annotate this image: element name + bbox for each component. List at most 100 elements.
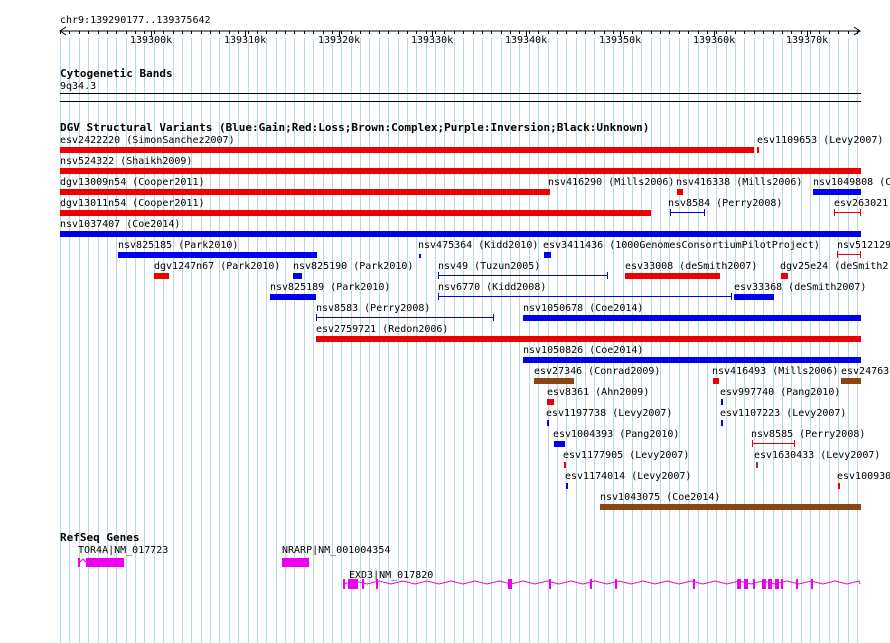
dgv-variant-bar[interactable] (564, 462, 566, 468)
dgv-variant-bar[interactable] (837, 254, 861, 255)
dgv-variant-bar[interactable] (523, 315, 861, 321)
dgv-variant-label[interactable]: esv263021 (834, 198, 888, 209)
dgv-variant-label[interactable]: nsv1050826 (Coe2014) (523, 345, 643, 356)
dgv-variant-bar[interactable] (834, 212, 861, 213)
dgv-variant-label[interactable]: nsv6770 (Kidd2008) (438, 282, 546, 293)
dgv-variant-bar[interactable] (781, 273, 788, 279)
refseq-gene-glyphs[interactable] (0, 550, 890, 590)
dgv-variant-bar[interactable] (677, 189, 683, 195)
gene-exon[interactable] (348, 579, 358, 589)
gene-exon[interactable] (811, 579, 813, 589)
dgv-variant-bar[interactable] (670, 212, 705, 213)
dgv-variant-bar[interactable] (813, 189, 861, 195)
gene-exon[interactable] (693, 579, 695, 589)
dgv-variant-label[interactable]: nsv1050678 (Coe2014) (523, 303, 643, 314)
dgv-variant-bar[interactable] (270, 294, 316, 300)
dgv-variant-label[interactable]: esv8361 (Ahn2009) (547, 387, 649, 398)
gene-exon[interactable] (508, 579, 512, 589)
dgv-variant-label[interactable]: nsv475364 (Kidd2010) (418, 240, 538, 251)
dgv-variant-label[interactable]: nsv416290 (Mills2006) (548, 177, 674, 188)
gene-exon[interactable] (762, 579, 766, 589)
dgv-variant-label[interactable]: esv1174014 (Levy2007) (565, 471, 691, 482)
dgv-variant-label[interactable]: dgv13011n54 (Cooper2011) (60, 198, 205, 209)
dgv-variant-label[interactable]: esv100930 (837, 471, 890, 482)
dgv-variant-label[interactable]: esv1109653 (Levy2007) (757, 135, 883, 146)
dgv-variant-bar[interactable] (316, 317, 494, 318)
dgv-variant-label[interactable]: nsv825185 (Park2010) (118, 240, 238, 251)
dgv-variant-label[interactable]: esv997740 (Pang2010) (720, 387, 840, 398)
dgv-variant-label[interactable]: nsv49 (Tuzun2005) (438, 261, 540, 272)
dgv-variant-label[interactable]: esv1177905 (Levy2007) (563, 450, 689, 461)
dgv-variant-label[interactable]: esv24763 (841, 366, 889, 377)
gene-exon[interactable] (549, 579, 551, 589)
gene-exon[interactable] (775, 579, 779, 589)
dgv-variant-label[interactable]: nsv1049808 (C (813, 177, 890, 188)
gene-exon[interactable] (781, 579, 783, 589)
dgv-variant-label[interactable]: esv3411436 (1000GenomesConsortiumPilotPr… (543, 240, 820, 251)
dgv-variant-bar[interactable] (60, 210, 651, 216)
dgv-variant-label[interactable]: dgv13009n54 (Cooper2011) (60, 177, 205, 188)
dgv-variant-bar[interactable] (118, 252, 317, 258)
gene-exon[interactable] (768, 579, 772, 589)
dgv-variant-label[interactable]: nsv1043075 (Coe2014) (600, 492, 720, 503)
dgv-variant-bar[interactable] (752, 443, 795, 444)
dgv-variant-label[interactable]: esv2759721 (Redon2006) (316, 324, 448, 335)
dgv-variant-bar[interactable] (523, 357, 861, 363)
dgv-variant-bar[interactable] (554, 441, 565, 447)
dgv-variant-bar[interactable] (60, 189, 549, 195)
dgv-variant-bar[interactable] (60, 147, 754, 153)
gene-exon[interactable] (590, 579, 592, 589)
dgv-variant-label[interactable]: esv33368 (deSmith2007) (734, 282, 866, 293)
dgv-variant-label[interactable]: esv1107223 (Levy2007) (720, 408, 846, 419)
dgv-variant-bar[interactable] (547, 399, 554, 405)
dgv-variant-bar[interactable] (438, 275, 608, 276)
dgv-variant-bar[interactable] (600, 504, 861, 510)
dgv-variant-label[interactable]: nsv416338 (Mills2006) (676, 177, 802, 188)
dgv-variant-label[interactable]: nsv524322 (Shaikh2009) (60, 156, 192, 167)
dgv-variant-bar[interactable] (734, 294, 774, 300)
gene-exon[interactable] (737, 579, 741, 589)
gene-exon[interactable] (282, 558, 309, 567)
dgv-variant-label[interactable]: dgv25e24 (deSmith2 (780, 261, 888, 272)
dgv-variant-bar[interactable] (548, 189, 550, 195)
dgv-variant-label[interactable]: esv2422220 (SimonSanchez2007) (60, 135, 235, 146)
dgv-variant-label[interactable]: esv33008 (deSmith2007) (625, 261, 757, 272)
dgv-variant-label[interactable]: esv1630433 (Levy2007) (754, 450, 880, 461)
gene-exon[interactable] (615, 579, 617, 589)
dgv-variant-bar[interactable] (756, 462, 758, 468)
dgv-variant-bar[interactable] (60, 231, 861, 237)
gene-exon[interactable] (78, 558, 80, 567)
dgv-variant-bar[interactable] (838, 483, 840, 489)
dgv-variant-bar[interactable] (757, 147, 759, 153)
dgv-variant-bar[interactable] (721, 420, 723, 426)
dgv-variant-label[interactable]: nsv1037407 (Coe2014) (60, 219, 180, 230)
dgv-variant-bar[interactable] (713, 378, 719, 384)
dgv-variant-bar[interactable] (721, 399, 723, 405)
dgv-variant-label[interactable]: nsv416493 (Mills2006) (712, 366, 838, 377)
dgv-variant-bar[interactable] (419, 254, 421, 258)
gene-exon[interactable] (376, 579, 378, 589)
dgv-variant-bar[interactable] (566, 483, 568, 489)
dgv-variant-bar[interactable] (534, 378, 574, 384)
dgv-variant-bar[interactable] (438, 296, 732, 297)
dgv-variant-label[interactable]: nsv825189 (Park2010) (270, 282, 390, 293)
dgv-variant-bar[interactable] (154, 273, 169, 279)
dgv-variant-bar[interactable] (293, 273, 302, 279)
gene-exon[interactable] (362, 579, 364, 589)
gene-exon[interactable] (86, 558, 124, 567)
gene-exon[interactable] (753, 579, 755, 589)
dgv-variant-bar[interactable] (316, 336, 861, 342)
dgv-variant-label[interactable]: nsv8585 (Perry2008) (751, 429, 865, 440)
gene-exon[interactable] (343, 579, 345, 589)
dgv-variant-bar[interactable] (544, 252, 551, 258)
gene-exon[interactable] (744, 579, 748, 589)
dgv-variant-label[interactable]: dgv1247n67 (Park2010) (154, 261, 280, 272)
dgv-variant-bar[interactable] (547, 420, 549, 426)
dgv-variant-label[interactable]: nsv8584 (Perry2008) (668, 198, 782, 209)
dgv-variant-label[interactable]: nsv512129 (837, 240, 890, 251)
dgv-variant-label[interactable]: esv1197738 (Levy2007) (546, 408, 672, 419)
dgv-variant-bar[interactable] (625, 273, 720, 279)
gene-exon[interactable] (796, 579, 798, 589)
dgv-variant-label[interactable]: esv1004393 (Pang2010) (553, 429, 679, 440)
dgv-variant-bar[interactable] (841, 378, 861, 384)
